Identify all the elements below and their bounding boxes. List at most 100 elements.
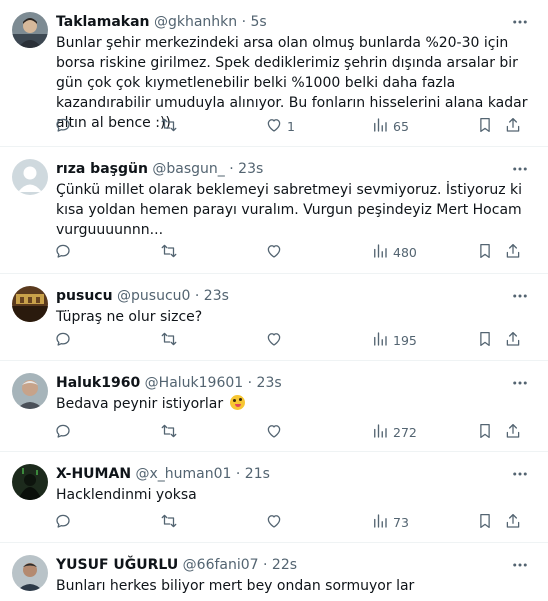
bookmark-icon (476, 422, 494, 443)
action-bar: 73 (48, 512, 538, 532)
reply-button[interactable] (54, 330, 76, 350)
reply-button[interactable] (54, 512, 76, 532)
tweet[interactable]: Taklamakan @gkhanhkn · 5s Bunlar şehir m… (0, 0, 548, 147)
like-button[interactable] (265, 330, 287, 350)
share-button[interactable] (504, 242, 522, 262)
tweet[interactable]: Haluk1960 @Haluk19601 · 23s Bedava peyni… (0, 361, 548, 452)
bookmark-button[interactable] (476, 116, 494, 136)
retweet-button[interactable] (160, 242, 182, 262)
tweet-text: Çünkü millet olarak beklemeyi sabretmeyi… (56, 182, 523, 238)
bookmark-icon (476, 512, 494, 533)
views-button[interactable]: 272 (371, 422, 417, 442)
user-handle[interactable]: @66fani07 (183, 557, 259, 573)
reply-button[interactable] (54, 116, 76, 136)
more-icon[interactable] (510, 286, 530, 306)
user-handle[interactable]: @gkhanhkn (154, 14, 237, 30)
display-name[interactable]: Taklamakan (56, 14, 150, 30)
view-count: 73 (393, 514, 409, 530)
retweet-button[interactable] (160, 330, 182, 350)
view-count: 195 (393, 332, 417, 348)
reply-button[interactable] (54, 422, 76, 442)
like-button[interactable]: 1 (265, 116, 295, 136)
tweet[interactable]: rıza başgün @basgun_ · 23s Çünkü millet … (0, 147, 548, 274)
more-icon[interactable] (510, 12, 530, 32)
user-handle[interactable]: @basgun_ (152, 161, 224, 177)
tweet[interactable]: YUSUF UĞURLU @66fani07 · 22s Bunları her… (0, 543, 548, 601)
share-button[interactable] (504, 422, 522, 442)
views-icon (371, 242, 389, 263)
retweet-icon (160, 242, 178, 263)
display-name[interactable]: rıza başgün (56, 161, 148, 177)
display-name[interactable]: X-HUMAN (56, 466, 131, 482)
timestamp[interactable]: 23s (204, 288, 229, 304)
tweet[interactable]: X-HUMAN @x_human01 · 21s Hacklendinmi yo… (0, 452, 548, 543)
display-name[interactable]: pusucu (56, 288, 113, 304)
tweet-text-container: Bedava peynir istiyorlar (56, 394, 536, 414)
tweet-header: Taklamakan @gkhanhkn · 5s (56, 12, 504, 32)
user-handle[interactable]: @Haluk19601 (145, 375, 244, 391)
bookmark-button[interactable] (476, 242, 494, 262)
share-icon (504, 330, 522, 351)
user-handle[interactable]: @pusucu0 (117, 288, 190, 304)
like-button[interactable] (265, 512, 287, 532)
tweet-header: rıza başgün @basgun_ · 23s (56, 159, 504, 179)
timestamp[interactable]: 5s (251, 14, 267, 30)
views-button[interactable]: 73 (371, 512, 409, 532)
view-count: 272 (393, 424, 417, 440)
retweet-icon (160, 116, 178, 137)
user-handle[interactable]: @x_human01 (135, 466, 231, 482)
tweet[interactable]: pusucu @pusucu0 · 23s Tüpraş ne olur siz… (0, 274, 548, 361)
bookmark-button[interactable] (476, 422, 494, 442)
bookmark-button[interactable] (476, 330, 494, 350)
views-button[interactable]: 480 (371, 242, 417, 262)
share-button[interactable] (504, 512, 522, 532)
reply-icon (54, 422, 72, 443)
view-count: 480 (393, 244, 417, 260)
tweet-header: YUSUF UĞURLU @66fani07 · 22s (56, 555, 504, 575)
more-icon[interactable] (510, 555, 530, 575)
tweet-header: Haluk1960 @Haluk19601 · 23s (56, 373, 504, 393)
more-icon[interactable] (510, 373, 530, 393)
like-button[interactable] (265, 242, 287, 262)
avatar[interactable] (12, 12, 48, 48)
like-count: 1 (287, 118, 295, 134)
retweet-button[interactable] (160, 422, 182, 442)
views-icon (371, 422, 389, 443)
display-name[interactable]: Haluk1960 (56, 375, 140, 391)
timestamp[interactable]: 23s (238, 161, 263, 177)
views-button[interactable]: 65 (371, 116, 409, 136)
reply-icon (54, 512, 72, 533)
avatar[interactable] (12, 555, 48, 591)
display-name[interactable]: YUSUF UĞURLU (56, 557, 178, 573)
tweet-header: pusucu @pusucu0 · 23s (56, 286, 504, 306)
avatar[interactable] (12, 464, 48, 500)
views-button[interactable]: 195 (371, 330, 417, 350)
zany-face-emoji-icon (229, 395, 245, 410)
separator: · (229, 161, 234, 177)
separator: · (247, 375, 253, 391)
share-button[interactable] (504, 330, 522, 350)
retweet-button[interactable] (160, 512, 182, 532)
retweet-icon (160, 512, 178, 533)
heart-icon (265, 242, 283, 263)
more-icon[interactable] (510, 464, 530, 484)
retweet-icon (160, 422, 178, 443)
tweet-text: Bedava peynir istiyorlar (56, 396, 224, 412)
timestamp[interactable]: 21s (245, 466, 270, 482)
avatar[interactable] (12, 373, 48, 409)
retweet-button[interactable] (160, 116, 182, 136)
timestamp[interactable]: 23s (257, 375, 282, 391)
views-icon (371, 330, 389, 351)
separator: · (241, 14, 247, 30)
avatar[interactable] (12, 159, 48, 195)
share-icon (504, 242, 522, 263)
more-icon[interactable] (510, 159, 530, 179)
share-button[interactable] (504, 116, 522, 136)
heart-icon (265, 422, 283, 443)
timestamp[interactable]: 22s (272, 557, 297, 573)
like-button[interactable] (265, 422, 287, 442)
reply-button[interactable] (54, 242, 76, 262)
avatar[interactable] (12, 286, 48, 322)
bookmark-button[interactable] (476, 512, 494, 532)
share-icon (504, 422, 522, 443)
